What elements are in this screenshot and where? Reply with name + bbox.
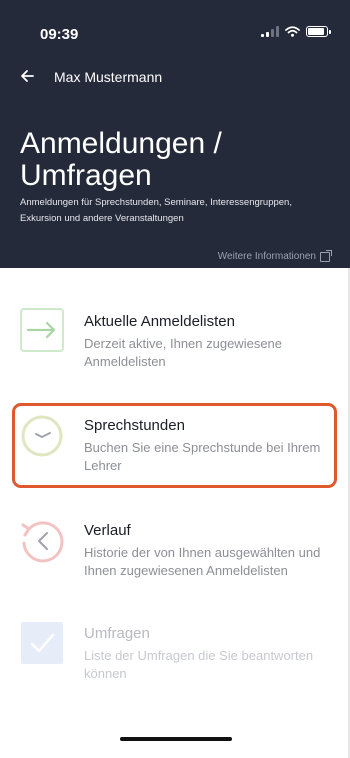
status-time: 09:39 [40,26,79,43]
page-title: Anmeldungen / Umfragen [20,128,222,192]
nav-bar: Max Mustermann [20,68,162,86]
list-item-aktuelle-anmeldelisten[interactable]: Aktuelle Anmeldelisten Derzeit aktive, I… [0,306,350,376]
list-item-description: Liste der Umfragen die Sie beantworten k… [84,648,314,681]
arrow-right-icon [20,308,64,352]
list-item-title: Sprechstunden [84,417,185,434]
list-item-umfragen[interactable]: Umfragen Liste der Umfragen die Sie bean… [0,620,350,690]
signal-icon [261,26,279,37]
list-item-verlauf[interactable]: Verlauf Historie der von Ihnen ausgewähl… [0,515,350,585]
page-title-line-2: Umfragen [20,159,152,192]
user-name: Max Mustermann [54,69,163,85]
history-icon [20,519,64,563]
list-item-sprechstunden[interactable]: Sprechstunden Buchen Sie eine Sprechstun… [0,410,350,480]
battery-icon [306,26,331,37]
list-item-description: Derzeit aktive, Ihnen zugewiesene Anmeld… [84,336,283,369]
list-item-title: Aktuelle Anmeldelisten [84,313,235,330]
external-link-icon [320,249,332,262]
list-item-title: Umfragen [84,625,150,642]
checkbox-icon [20,621,64,665]
status-icons [261,26,331,37]
more-info-link[interactable]: Weitere Informationen [217,249,332,262]
page-title-line-1: Anmeldungen / [20,127,222,160]
list-item-title: Verlauf [84,522,131,539]
arrow-left-icon[interactable] [20,68,42,86]
more-info-label: Weitere Informationen [217,251,316,262]
clock-icon [20,414,64,458]
wifi-icon [285,26,300,37]
page-subtitle: Anmeldungen für Sprechstunden, Seminare,… [20,197,292,224]
list-item-description: Historie der von Ihnen ausgewählten und … [84,545,321,578]
list-item-description: Buchen Sie eine Sprechstunde bei Ihrem L… [84,440,321,473]
home-indicator[interactable] [120,737,232,741]
header: 09:39 Max Mustermann Anmeldungen / Umfra… [0,0,350,268]
